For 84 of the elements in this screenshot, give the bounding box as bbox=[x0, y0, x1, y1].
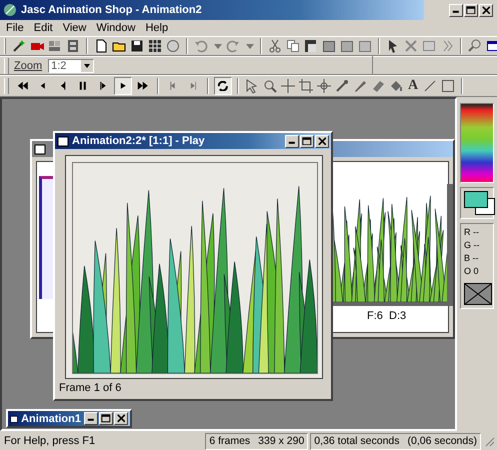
wand-icon[interactable] bbox=[11, 38, 27, 54]
zoom-label: Zoom bbox=[14, 60, 42, 72]
loop-icon bbox=[218, 80, 228, 92]
crop-icon[interactable] bbox=[298, 78, 314, 94]
maximize-icon bbox=[302, 136, 312, 146]
paste-icon[interactable] bbox=[303, 38, 319, 54]
caret-icon[interactable] bbox=[83, 62, 92, 70]
grid-icon[interactable] bbox=[147, 38, 163, 54]
maximize-button[interactable] bbox=[464, 4, 478, 16]
menu-item[interactable]: Window bbox=[92, 22, 140, 34]
image-size: 339 x 290 bbox=[258, 435, 304, 447]
rectangle-icon[interactable] bbox=[440, 78, 456, 94]
skip-forward-icon bbox=[137, 81, 149, 91]
menu-item[interactable]: Help bbox=[141, 22, 172, 34]
window-title: Jasc Animation Shop - Animation2 bbox=[21, 4, 203, 16]
text-tool[interactable]: A bbox=[406, 78, 420, 94]
copy-icon[interactable] bbox=[285, 38, 301, 54]
play-icon bbox=[120, 82, 126, 90]
dropper-icon[interactable] bbox=[334, 78, 350, 94]
eraser-icon[interactable] bbox=[370, 78, 386, 94]
pause-icon bbox=[79, 81, 87, 91]
frame-count: 6 frames bbox=[209, 435, 250, 447]
step-back-icon bbox=[170, 81, 176, 91]
minimize-button[interactable] bbox=[449, 4, 463, 16]
minimize-button[interactable] bbox=[285, 134, 299, 148]
color-swatches[interactable] bbox=[460, 187, 494, 219]
color-spectrum[interactable] bbox=[460, 103, 494, 183]
minimize-icon bbox=[87, 418, 95, 422]
maximize-button[interactable] bbox=[300, 134, 314, 148]
frames-icon[interactable] bbox=[47, 38, 63, 54]
globe-icon[interactable] bbox=[165, 38, 181, 54]
maximize-icon bbox=[466, 6, 476, 14]
status-text: For Help, press F1 bbox=[3, 435, 96, 447]
minimize-button[interactable] bbox=[84, 412, 98, 425]
step-forward-icon bbox=[100, 81, 106, 91]
page-icon[interactable] bbox=[339, 38, 355, 54]
minimize-icon bbox=[288, 140, 296, 144]
close-icon bbox=[116, 414, 126, 423]
cut-icon[interactable] bbox=[267, 38, 283, 54]
loop-button[interactable] bbox=[214, 77, 232, 95]
close-button[interactable] bbox=[479, 4, 493, 16]
page-icon[interactable] bbox=[321, 38, 337, 54]
film-icon[interactable] bbox=[65, 38, 81, 54]
document-icon[interactable] bbox=[57, 135, 69, 147]
frame-time: (0,06 seconds) bbox=[408, 435, 477, 447]
minimized-window[interactable]: Animation1 bbox=[6, 409, 132, 428]
window-title: Animation2:2* [1:1] - Play bbox=[72, 135, 206, 147]
close-button[interactable] bbox=[315, 134, 329, 148]
maximize-button[interactable] bbox=[99, 412, 113, 425]
color-readout: R -- bbox=[464, 227, 480, 238]
menu-item[interactable]: File bbox=[2, 22, 28, 34]
minimize-icon bbox=[452, 10, 460, 14]
maximize-icon bbox=[101, 414, 111, 423]
search-icon[interactable] bbox=[467, 38, 483, 54]
window-icon[interactable] bbox=[485, 38, 497, 54]
color-readout: O 0 bbox=[464, 266, 480, 277]
resize-grip-icon[interactable] bbox=[483, 435, 495, 447]
crosshair-icon[interactable] bbox=[280, 78, 296, 94]
step-back-icon bbox=[40, 82, 46, 90]
zoom-dropdown[interactable]: 1:2 bbox=[48, 58, 94, 72]
window-title: Animation1 bbox=[21, 412, 81, 424]
close-button[interactable] bbox=[114, 412, 128, 425]
total-time: 0,36 total seconds bbox=[314, 435, 400, 447]
line-icon[interactable] bbox=[422, 78, 438, 94]
frame-info: F:6 D:3 bbox=[367, 310, 406, 322]
brush-icon[interactable] bbox=[352, 78, 368, 94]
color-readout: B -- bbox=[464, 253, 480, 264]
menu-item[interactable]: View bbox=[58, 22, 90, 34]
frame-caption: Frame 1 of 6 bbox=[58, 381, 122, 396]
play-button[interactable] bbox=[114, 77, 132, 95]
save-icon[interactable] bbox=[129, 38, 145, 54]
move-icon[interactable] bbox=[316, 78, 332, 94]
menu-item[interactable]: Edit bbox=[30, 22, 57, 34]
document-icon[interactable] bbox=[34, 143, 46, 155]
arrow-icon[interactable] bbox=[244, 78, 260, 94]
color-readout: G -- bbox=[464, 240, 480, 251]
skip-back-icon bbox=[17, 81, 29, 91]
close-icon bbox=[482, 6, 490, 14]
app-icon[interactable] bbox=[2, 2, 18, 18]
search-icon[interactable] bbox=[262, 78, 278, 94]
step-forward-icon bbox=[190, 81, 196, 91]
page-icon[interactable] bbox=[357, 38, 373, 54]
close-icon bbox=[318, 136, 326, 146]
step-back-icon bbox=[60, 81, 66, 91]
